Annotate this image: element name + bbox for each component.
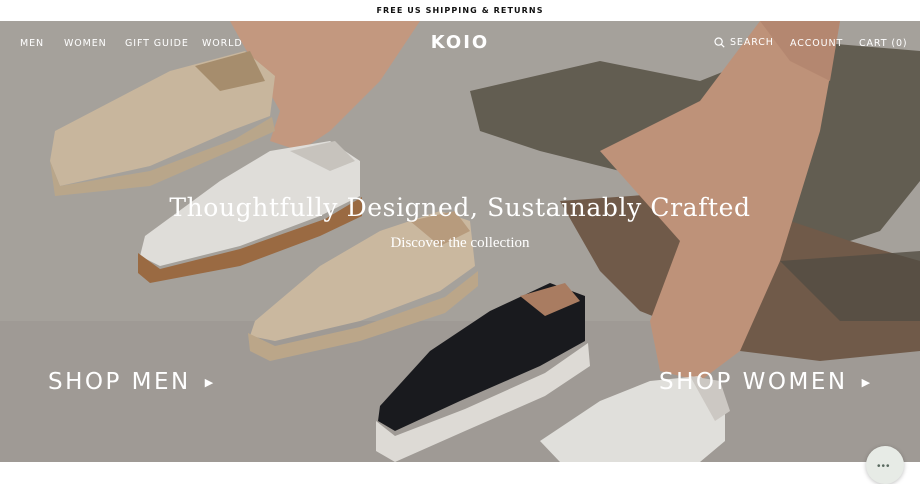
chat-bubble-icon: ••• — [877, 461, 891, 472]
nav-women[interactable]: WOMEN — [64, 38, 107, 49]
triangle-right-icon: ▶ — [204, 375, 214, 389]
nav-men[interactable]: MEN — [20, 38, 44, 49]
announcement-text: FREE US SHIPPING & RETURNS — [376, 6, 544, 15]
brand-logo[interactable]: KOIO — [431, 32, 489, 53]
nav-cart[interactable]: CART (0) — [859, 38, 908, 49]
announcement-bar: FREE US SHIPPING & RETURNS — [0, 0, 920, 21]
hero-banner[interactable]: MEN WOMEN GIFT GUIDE WORLD KOIO SEARCH A… — [0, 21, 920, 462]
nav-gift-guide[interactable]: GIFT GUIDE — [125, 38, 189, 49]
nav-account[interactable]: ACCOUNT — [790, 38, 843, 49]
nav-world[interactable]: WORLD — [202, 38, 243, 49]
search-icon — [714, 37, 725, 48]
triangle-right-icon: ▶ — [861, 375, 871, 389]
search-button[interactable]: SEARCH — [714, 37, 774, 48]
search-label: SEARCH — [730, 37, 774, 48]
chat-widget-button[interactable]: ••• — [866, 446, 904, 484]
page-bottom-strip — [0, 462, 920, 474]
hero-subline[interactable]: Discover the collection — [0, 235, 920, 252]
shop-men-label: SHOP MEN — [48, 369, 191, 395]
shop-women-label: SHOP WOMEN — [659, 369, 848, 395]
hero-headline: Thoughtfully Designed, Sustainably Craft… — [169, 193, 751, 222]
shop-men-button[interactable]: SHOP MEN ▶ — [48, 369, 213, 395]
shop-women-button[interactable]: SHOP WOMEN ▶ — [659, 369, 870, 395]
